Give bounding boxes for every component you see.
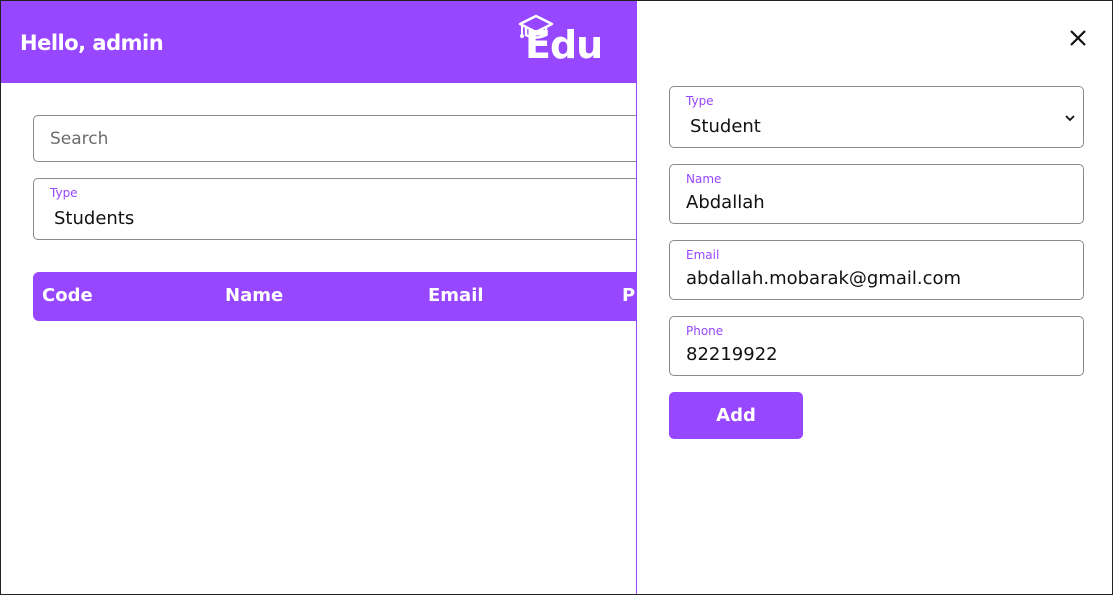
name-label: Name: [686, 172, 722, 186]
top-bar: Hello, admin Edu: [1, 1, 637, 83]
column-header-name[interactable]: Name: [225, 285, 283, 306]
search-field[interactable]: [33, 115, 673, 162]
edu-logo: Edu: [517, 13, 607, 69]
main-panel: Hello, admin Edu Type Students Code Name…: [1, 1, 673, 594]
type-filter-value: Students: [54, 208, 135, 229]
close-icon[interactable]: [1068, 28, 1088, 48]
type-filter-label: Type: [50, 186, 78, 200]
column-header-email[interactable]: Email: [428, 285, 484, 306]
add-button[interactable]: Add: [669, 392, 803, 439]
email-value[interactable]: abdallah.mobarak@gmail.com: [686, 268, 961, 289]
email-field[interactable]: Email abdallah.mobarak@gmail.com: [669, 240, 1084, 300]
chevron-down-icon: [1065, 115, 1075, 122]
app-window: Hello, admin Edu Type Students Code Name…: [0, 0, 1113, 595]
phone-value[interactable]: 82219922: [686, 344, 778, 365]
type-value: Student: [690, 116, 761, 137]
add-user-drawer: Type Student Name Abdallah Email abdalla…: [636, 1, 1112, 594]
name-value[interactable]: Abdallah: [686, 192, 765, 213]
search-input[interactable]: [34, 116, 672, 161]
greeting-text: Hello, admin: [20, 31, 164, 55]
phone-label: Phone: [686, 324, 724, 338]
name-field[interactable]: Name Abdallah: [669, 164, 1084, 224]
table-header: Code Name Email Ph: [33, 272, 673, 321]
email-label: Email: [686, 248, 720, 262]
type-filter-select[interactable]: Type Students: [33, 178, 673, 240]
type-label: Type: [686, 94, 714, 108]
column-header-code[interactable]: Code: [42, 285, 93, 306]
phone-field[interactable]: Phone 82219922: [669, 316, 1084, 376]
type-select[interactable]: Type Student: [669, 86, 1084, 148]
logo-text: Edu: [525, 23, 603, 67]
